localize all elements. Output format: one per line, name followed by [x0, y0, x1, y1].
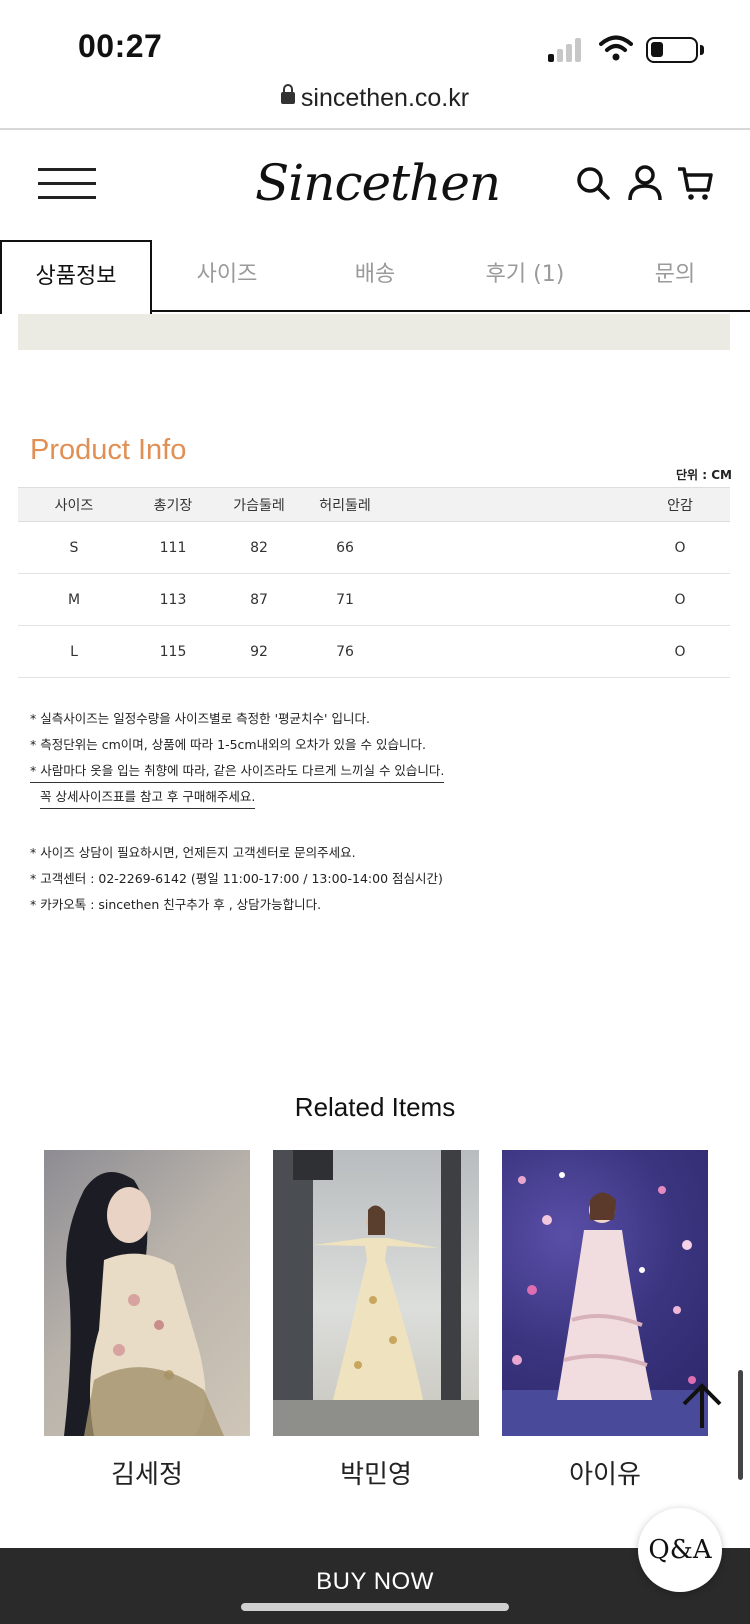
url-bar[interactable]: sincethen.co.kr — [0, 84, 750, 128]
related-item-name[interactable]: 김세정 — [44, 1454, 250, 1491]
tab-product-info[interactable]: 상품정보 — [0, 240, 152, 314]
signal-icon — [548, 38, 586, 62]
home-indicator[interactable] — [241, 1603, 509, 1611]
header-chest: 가슴둘레 — [216, 487, 302, 522]
table-row: S 111 82 66 O — [18, 521, 730, 574]
buy-now-button[interactable]: BUY NOW — [0, 1568, 750, 1596]
product-photo[interactable] — [273, 1150, 479, 1436]
scrollbar[interactable] — [738, 1370, 743, 1480]
related-item-name[interactable]: 아이유 — [502, 1454, 708, 1491]
related-item[interactable]: 김세정 — [44, 1150, 250, 1491]
header-size: 사이즈 — [18, 487, 130, 522]
cell-waist: 66 — [302, 521, 388, 574]
cell-length: 115 — [130, 625, 216, 678]
cell-chest: 82 — [216, 521, 302, 574]
status-time: 00:27 — [78, 28, 163, 64]
product-info-title: Product Info — [30, 434, 187, 466]
scroll-top-icon[interactable] — [680, 1380, 724, 1430]
status-bar: 00:27 — [0, 0, 750, 88]
size-notes: * 실측사이즈는 일정수량을 사이즈별로 측정한 '평균치수' 입니다. * 측… — [30, 706, 710, 918]
note-line: * 측정단위는 cm이며, 상품에 따라 1-5cm내외의 오차가 있을 수 있… — [30, 737, 426, 752]
table-row: M 113 87 71 O — [18, 573, 730, 626]
cell-waist: 71 — [302, 573, 388, 626]
battery-cap — [700, 45, 704, 55]
note-line-underlined: * 사람마다 옷을 입는 취향에 따라, 같은 사이즈라도 다르게 느끼실 수 … — [30, 760, 445, 783]
cart-icon[interactable] — [676, 164, 714, 202]
cell-chest: 87 — [216, 573, 302, 626]
cell-spacer — [388, 573, 630, 626]
cell-size: S — [18, 521, 130, 574]
related-item[interactable]: 아이유 — [502, 1150, 708, 1491]
product-photo[interactable] — [502, 1150, 708, 1436]
cell-size: M — [18, 573, 130, 626]
table-header-row: 사이즈 총기장 가슴둘레 허리둘레 안감 — [18, 487, 730, 522]
cell-spacer — [388, 521, 630, 574]
cell-length: 111 — [130, 521, 216, 574]
cell-spacer — [388, 625, 630, 678]
related-item[interactable]: 박민영 — [273, 1150, 479, 1491]
tab-size[interactable]: 사이즈 — [162, 240, 292, 312]
cell-chest: 92 — [216, 625, 302, 678]
site-logo[interactable]: Sincethen — [255, 144, 501, 234]
cell-lining: O — [630, 521, 730, 574]
table-row: L 115 92 76 O — [18, 625, 730, 678]
note-line: * 카카오톡 : sincethen 친구추가 후 , 상담가능합니다. — [30, 897, 322, 912]
product-tabs: 상품정보 사이즈 배송 후기 (1) 문의 — [0, 240, 750, 314]
note-line-underlined: 꼭 상세사이즈표를 참고 후 구매해주세요. — [40, 786, 256, 809]
user-icon[interactable] — [626, 164, 664, 202]
url-text: sincethen.co.kr — [300, 84, 470, 112]
cell-lining: O — [630, 573, 730, 626]
tab-inquiry[interactable]: 문의 — [610, 240, 740, 312]
logo-text: Sincethen — [255, 154, 501, 212]
cell-lining: O — [630, 625, 730, 678]
cell-size: L — [18, 625, 130, 678]
related-item-name[interactable]: 박민영 — [273, 1454, 479, 1491]
unit-label: 단위 : CM — [676, 468, 732, 482]
related-items-title: Related Items — [294, 1092, 456, 1122]
tab-shipping[interactable]: 배송 — [310, 240, 440, 312]
fabric-image — [18, 314, 730, 350]
buy-now-bar[interactable]: BUY NOW — [0, 1548, 750, 1624]
site-header: Sincethen — [0, 130, 750, 240]
wifi-icon — [599, 35, 633, 61]
tab-reviews[interactable]: 후기 (1) — [460, 240, 590, 312]
product-photo[interactable] — [44, 1150, 250, 1436]
battery-icon — [646, 37, 698, 63]
cell-length: 113 — [130, 573, 216, 626]
cell-waist: 76 — [302, 625, 388, 678]
note-line: * 실측사이즈는 일정수량을 사이즈별로 측정한 '평균치수' 입니다. — [30, 711, 370, 726]
header-waist: 허리둘레 — [302, 487, 388, 522]
size-table: 사이즈 총기장 가슴둘레 허리둘레 안감 S 111 82 66 O M 113… — [18, 487, 730, 678]
qa-button[interactable]: Q&A — [638, 1508, 722, 1592]
header-lining: 안감 — [630, 487, 730, 522]
menu-icon[interactable] — [38, 168, 96, 200]
header-spacer — [388, 487, 630, 522]
note-line: * 사이즈 상담이 필요하시면, 언제든지 고객센터로 문의주세요. — [30, 845, 356, 860]
search-icon[interactable] — [574, 164, 612, 202]
header-length: 총기장 — [130, 487, 216, 522]
note-line: * 고객센터 : 02-2269-6142 (평일 11:00-17:00 / … — [30, 871, 443, 886]
lock-icon — [280, 84, 295, 104]
